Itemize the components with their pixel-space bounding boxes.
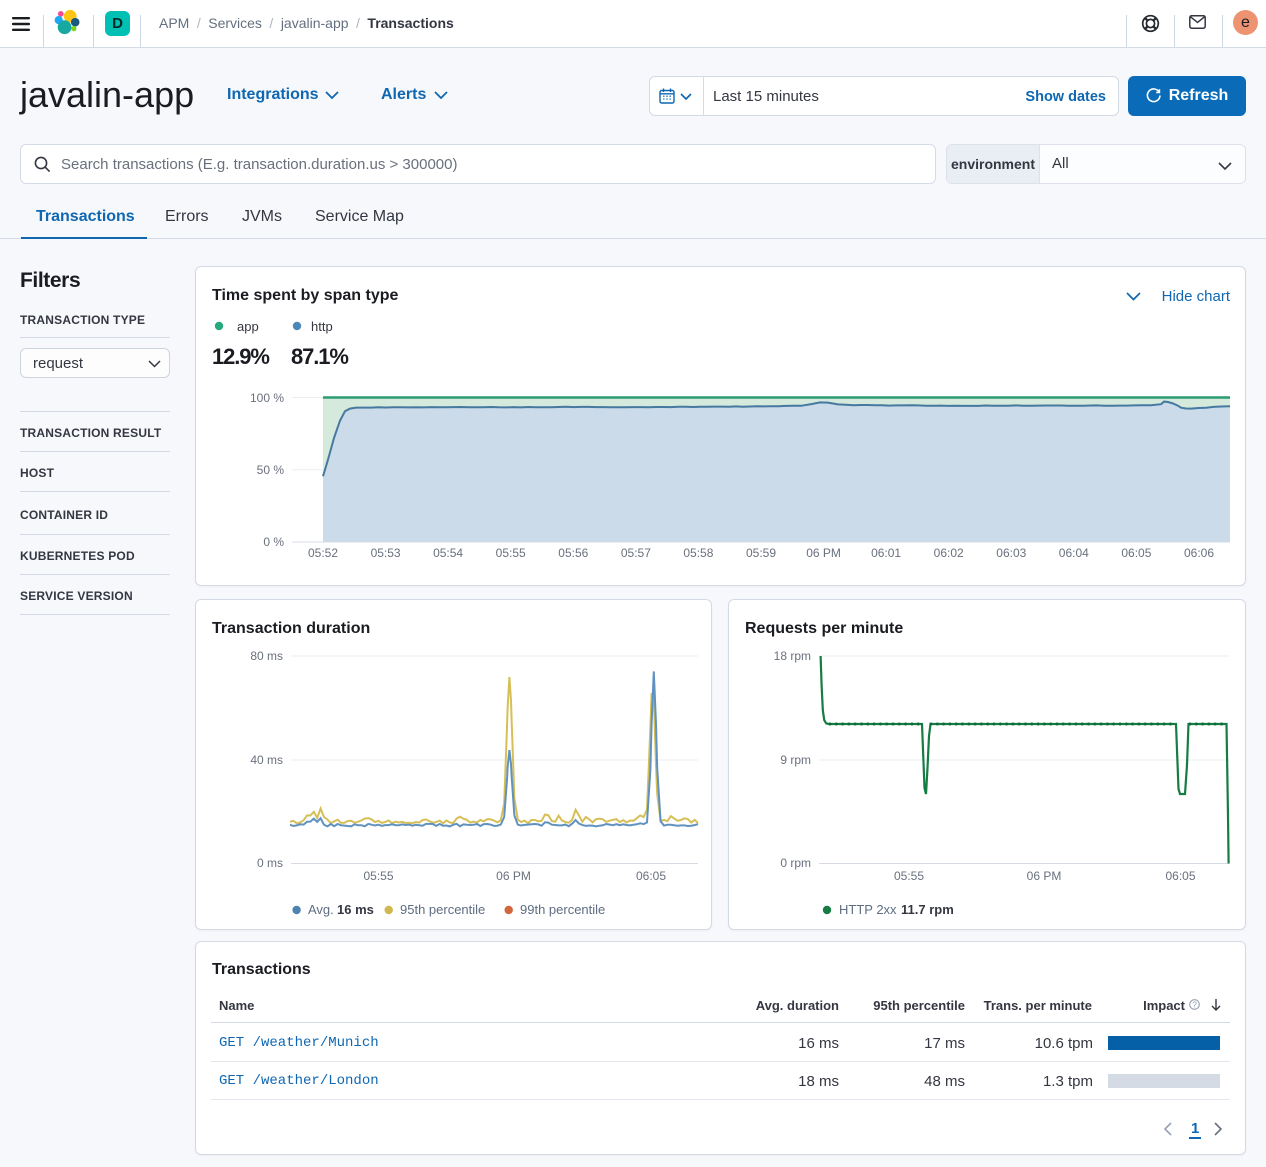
svg-text:05:56: 05:56 bbox=[558, 546, 588, 560]
svg-text:06:03: 06:03 bbox=[996, 546, 1026, 560]
svg-text:9 rpm: 9 rpm bbox=[780, 753, 811, 767]
svg-text:16 ms: 16 ms bbox=[337, 902, 374, 917]
svg-text:05:57: 05:57 bbox=[621, 546, 651, 560]
svg-text:05:59: 05:59 bbox=[746, 546, 776, 560]
svg-text:06:04: 06:04 bbox=[1059, 546, 1089, 560]
svg-text:HTTP 2xx: HTTP 2xx bbox=[839, 902, 897, 917]
svg-text:0 %: 0 % bbox=[263, 535, 284, 549]
svg-text:95th percentile: 95th percentile bbox=[400, 902, 485, 917]
svg-text:100 %: 100 % bbox=[250, 391, 284, 405]
svg-text:05:54: 05:54 bbox=[433, 546, 463, 560]
svg-text:06:02: 06:02 bbox=[934, 546, 964, 560]
svg-text:06:01: 06:01 bbox=[871, 546, 901, 560]
svg-text:99th percentile: 99th percentile bbox=[520, 902, 605, 917]
svg-text:?: ? bbox=[1192, 1000, 1197, 1010]
svg-text:05:52: 05:52 bbox=[308, 546, 338, 560]
svg-text:18 rpm: 18 rpm bbox=[774, 649, 811, 663]
svg-text:05:55: 05:55 bbox=[894, 869, 924, 883]
svg-text:11.7 rpm: 11.7 rpm bbox=[901, 902, 954, 917]
svg-text:06:05: 06:05 bbox=[636, 869, 666, 883]
svg-text:05:53: 05:53 bbox=[371, 546, 401, 560]
svg-text:06:05: 06:05 bbox=[1121, 546, 1151, 560]
svg-text:06 PM: 06 PM bbox=[496, 869, 531, 883]
svg-text:Avg.: Avg. bbox=[308, 902, 334, 917]
svg-text:80 ms: 80 ms bbox=[250, 649, 283, 663]
svg-text:05:55: 05:55 bbox=[496, 546, 526, 560]
svg-text:0 rpm: 0 rpm bbox=[780, 856, 811, 870]
svg-text:0 ms: 0 ms bbox=[257, 856, 283, 870]
svg-text:06:06: 06:06 bbox=[1184, 546, 1214, 560]
svg-text:06 PM: 06 PM bbox=[806, 546, 841, 560]
svg-text:06 PM: 06 PM bbox=[1027, 869, 1062, 883]
svg-text:06:05: 06:05 bbox=[1165, 869, 1195, 883]
svg-text:05:55: 05:55 bbox=[363, 869, 393, 883]
svg-text:05:58: 05:58 bbox=[683, 546, 713, 560]
svg-text:50 %: 50 % bbox=[257, 463, 285, 477]
svg-text:40 ms: 40 ms bbox=[250, 753, 283, 767]
